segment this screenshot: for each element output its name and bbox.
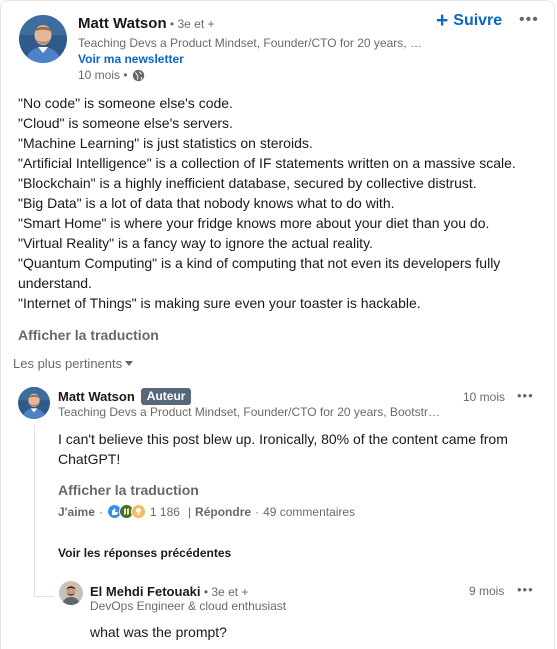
comment-actions: J'aime · 1 186 | Répondre · 49 commentai… (58, 504, 355, 519)
reply-author-avatar[interactable] (59, 581, 83, 605)
reply-author-headline: DevOps Engineer & cloud enthusiast (90, 599, 287, 613)
post-line: "Quantum Computing" is a kind of computi… (18, 255, 501, 291)
author-avatar[interactable] (19, 15, 67, 63)
post-line: "Smart Home" is where your fridge knows … (18, 215, 490, 231)
post-more-options-button[interactable]: ••• (519, 12, 539, 28)
like-button[interactable]: J'aime (58, 505, 95, 519)
follow-button[interactable]: + Suivre (436, 9, 503, 32)
post-line: "Cloud" is someone else's servers. (18, 115, 233, 131)
caret-down-icon (125, 361, 134, 366)
comment-author-line: Matt Watson Auteur (58, 388, 192, 405)
post-line: "Machine Learning" is just statistics on… (18, 135, 313, 151)
newsletter-link[interactable]: Voir ma newsletter (78, 52, 184, 66)
reaction-count[interactable]: 1 186 (150, 505, 180, 519)
comment-count[interactable]: 49 commentaires (263, 505, 355, 519)
author-line: Matt Watson • 3e et + (78, 15, 215, 33)
insightful-icon (130, 504, 146, 519)
post-line: "No code" is someone else's code. (18, 95, 233, 111)
post-line: "Blockchain" is a highly inefficient dat… (18, 175, 477, 191)
reply-more-options-button[interactable]: ••• (517, 583, 534, 596)
post-line: "Internet of Things" is making sure even… (18, 295, 421, 311)
reply-time: 9 mois (469, 584, 505, 598)
author-name[interactable]: Matt Watson (78, 15, 167, 32)
reply-connection-degree: • 3e et + (200, 585, 249, 599)
post-line: "Artificial Intelligence" is a collectio… (18, 155, 516, 171)
separator: · (255, 504, 260, 519)
reply-author-name[interactable]: El Mehdi Fetouaki (90, 584, 201, 599)
separator: · (98, 504, 103, 519)
comment-text: I can't believe this post blew up. Ironi… (58, 431, 508, 467)
reactions-summary[interactable] (106, 504, 146, 519)
separator: | (187, 504, 192, 519)
comment-time: 10 mois (463, 390, 506, 404)
load-previous-replies-button[interactable]: Voir les réponses précédentes (58, 546, 231, 560)
reply-connector-line (34, 596, 54, 597)
comment-translate-button[interactable]: Afficher la traduction (58, 482, 199, 498)
comments-sort-dropdown[interactable]: Les plus pertinents (13, 356, 134, 371)
comment-more-options-button[interactable]: ••• (517, 389, 534, 402)
feed-post-card: Matt Watson • 3e et + Teaching Devs a Pr… (0, 0, 555, 649)
reply-text: what was the prompt? (90, 624, 227, 640)
post-line: "Virtual Reality" is a fancy way to igno… (18, 235, 373, 251)
sort-label: Les plus pertinents (13, 356, 123, 371)
comment-author-name[interactable]: Matt Watson (58, 389, 135, 404)
post-line: "Big Data" is a lot of data that nobody … (18, 195, 395, 211)
reply-button[interactable]: Répondre (195, 505, 251, 519)
connection-degree: • 3e et + (166, 17, 215, 31)
post-time: 10 mois • (78, 68, 128, 82)
follow-label: Suivre (453, 12, 503, 29)
plus-icon: + (436, 9, 449, 32)
post-translate-button[interactable]: Afficher la traduction (18, 327, 159, 343)
globe-icon (132, 69, 145, 82)
author-headline: Teaching Devs a Product Mindset, Founder… (78, 36, 424, 50)
author-badge: Auteur (140, 388, 192, 405)
post-timestamp: 10 mois • (78, 68, 145, 82)
comment-author-headline: Teaching Devs a Product Mindset, Founder… (58, 405, 446, 419)
comment-author-avatar[interactable] (18, 387, 50, 419)
thread-line (34, 425, 35, 597)
post-text: "No code" is someone else's code. "Cloud… (18, 93, 538, 313)
